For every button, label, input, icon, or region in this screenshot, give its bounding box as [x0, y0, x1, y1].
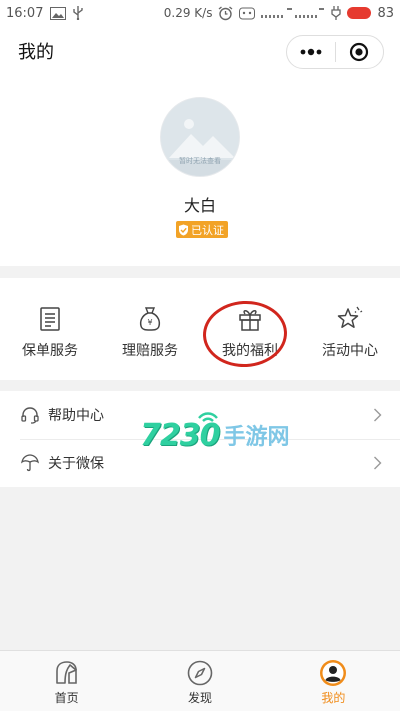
battery-icon — [347, 7, 372, 19]
shield-check-icon — [179, 224, 188, 235]
activity-center-button[interactable]: 活动中心 — [300, 278, 400, 380]
claim-service-button[interactable]: ¥ 理赔服务 — [100, 278, 200, 380]
verified-label: 已认证 — [191, 223, 224, 237]
star-icon — [337, 306, 363, 332]
avatar[interactable]: 暂时无法查看 — [160, 97, 240, 177]
profile-icon — [319, 659, 347, 687]
user-name: 大白 — [183, 196, 216, 215]
tab-label: 发现 — [187, 691, 212, 705]
money-bag-icon: ¥ — [137, 306, 163, 332]
app-header: 我的 — [0, 26, 400, 76]
miniprogram-capsule — [286, 35, 384, 69]
avatar-caption: 暂时无法查看 — [179, 157, 221, 165]
document-icon — [37, 306, 63, 332]
bottom-tab-bar: 首页 发现 我的 — [0, 650, 400, 711]
network-speed: 0.29 K/s — [163, 6, 213, 20]
svg-text:¥: ¥ — [147, 318, 152, 327]
chevron-right-icon — [373, 456, 382, 470]
status-time: 16:07 — [6, 5, 44, 21]
headset-icon — [20, 405, 40, 425]
menu-label: 帮助中心 — [48, 408, 104, 424]
alarm-icon — [218, 5, 233, 21]
tab-label: 我的 — [321, 691, 346, 705]
service-label: 我的福利 — [222, 343, 278, 359]
status-bar: 16:07 0.29 K/s 83 — [0, 0, 400, 26]
verified-badge: 已认证 — [176, 221, 228, 238]
services-grid: 保单服务 ¥ 理赔服务 我的福利 活动中心 — [0, 278, 400, 380]
policy-service-button[interactable]: 保单服务 — [0, 278, 100, 380]
service-label: 活动中心 — [322, 343, 378, 359]
service-label: 理赔服务 — [122, 343, 178, 359]
umbrella-icon — [20, 453, 40, 473]
profile-section: 暂时无法查看 大白 已认证 — [0, 76, 400, 266]
chevron-right-icon — [373, 408, 382, 422]
tab-discover[interactable]: 发现 — [133, 651, 266, 711]
gift-icon — [237, 306, 263, 332]
tab-home[interactable]: 首页 — [0, 651, 133, 711]
compass-icon — [186, 659, 214, 687]
help-center-row[interactable]: 帮助中心 — [0, 391, 400, 439]
usb-icon — [73, 6, 84, 20]
about-weibao-row[interactable]: 关于微保 — [0, 439, 400, 487]
tab-label: 首页 — [54, 691, 79, 705]
more-button[interactable] — [287, 36, 335, 68]
page-title: 我的 — [18, 42, 54, 63]
charging-icon — [331, 6, 342, 20]
close-miniprogram-button[interactable] — [336, 36, 384, 68]
service-label: 保单服务 — [22, 343, 78, 359]
menu-list: 帮助中心 关于微保 — [0, 391, 400, 487]
tab-mine[interactable]: 我的 — [267, 651, 400, 711]
more-dots-icon — [300, 48, 322, 56]
battery-level: 83 — [377, 5, 394, 21]
menu-label: 关于微保 — [48, 456, 104, 472]
my-benefits-button[interactable]: 我的福利 — [200, 278, 300, 380]
target-close-icon — [350, 42, 369, 62]
home-icon — [53, 659, 81, 687]
image-icon — [50, 6, 67, 20]
signal-icon — [261, 7, 325, 19]
app-notification-icon — [239, 7, 256, 20]
